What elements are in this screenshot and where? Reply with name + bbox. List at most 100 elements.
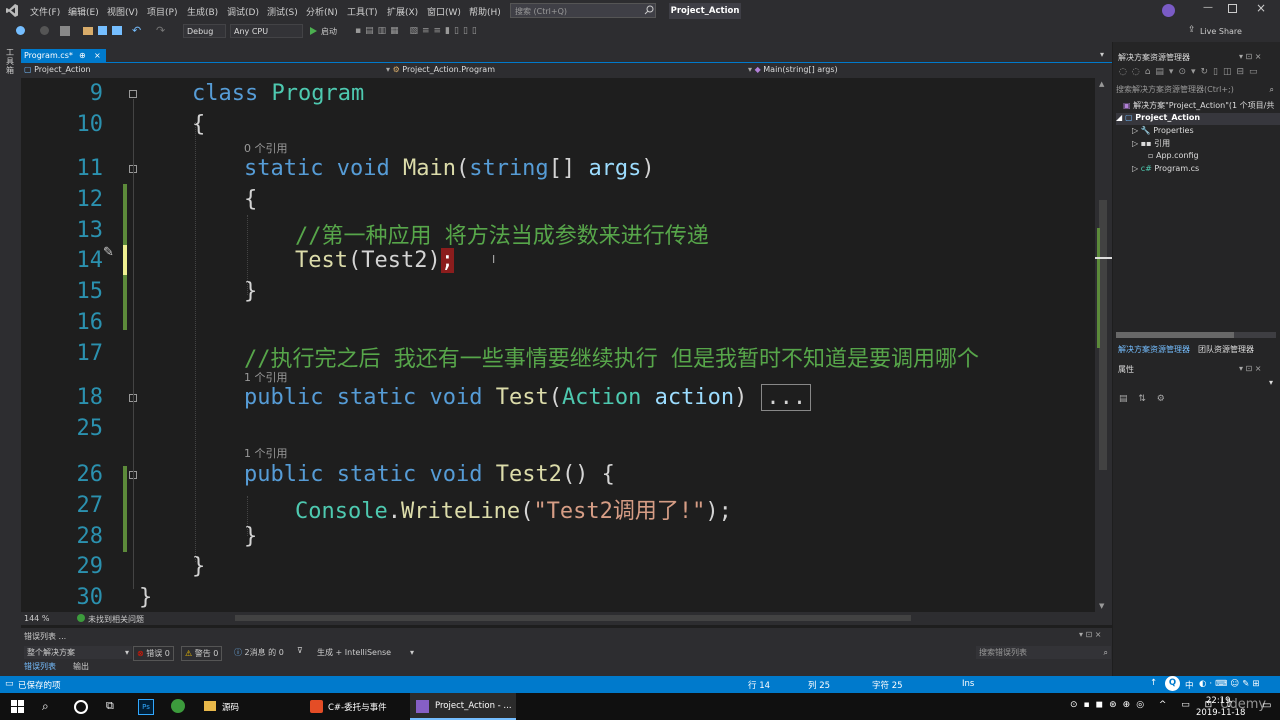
- code-line[interactable]: class Program: [192, 81, 364, 106]
- platform-select[interactable]: Any CPU: [230, 24, 303, 38]
- build-filter-select[interactable]: 生成 + IntelliSense ▾: [317, 646, 417, 659]
- start-button[interactable]: 启动: [321, 26, 337, 37]
- quick-action-icon[interactable]: ✎: [103, 245, 114, 260]
- menu-item[interactable]: 工具(T): [347, 5, 378, 18]
- collapsed-region-button[interactable]: ...: [761, 384, 812, 411]
- search-icon[interactable]: ⌕: [42, 699, 49, 714]
- close-button[interactable]: ×: [1254, 1, 1268, 17]
- member-combo[interactable]: ▾ ◆ Main(string[] args): [748, 64, 1108, 76]
- node-properties[interactable]: ▷ 🔧 Properties: [1132, 126, 1194, 135]
- h-scrollbar-thumb[interactable]: [235, 615, 911, 621]
- back-icon[interactable]: [16, 26, 25, 35]
- vs-logo-icon[interactable]: [6, 4, 18, 17]
- scroll-down-icon[interactable]: ▼: [1099, 602, 1104, 610]
- menu-item[interactable]: 视图(V): [107, 5, 138, 18]
- line-indicator[interactable]: 行 14: [748, 679, 770, 691]
- code-editor[interactable]: 9 10 11 12 13 14 15 16 17 18 25 26 27 28 29 30 class Pr…: [21, 78, 1095, 612]
- play-icon[interactable]: [310, 27, 317, 35]
- save-icon[interactable]: [98, 26, 107, 35]
- errors-filter-button[interactable]: ⊗ 错误 0: [133, 646, 174, 661]
- filter-icon[interactable]: ⊽: [297, 646, 303, 655]
- tab-team-explorer[interactable]: 团队资源管理器: [1198, 344, 1254, 355]
- pin-icon[interactable]: ⊕: [79, 49, 86, 62]
- menu-item[interactable]: 测试(S): [267, 5, 298, 18]
- menu-item[interactable]: 生成(B): [187, 5, 218, 18]
- notification-icon[interactable]: ▭: [1262, 700, 1271, 711]
- undo-icon[interactable]: ↶: [132, 24, 141, 37]
- forward-icon[interactable]: [40, 26, 49, 35]
- code-line[interactable]: }: [244, 524, 257, 549]
- code-line[interactable]: //执行完之后 我还有一些事情要继续执行 但是我暂时不知道是要调用哪个: [244, 341, 979, 373]
- search-input[interactable]: 搜索 (Ctrl+Q): [510, 3, 656, 18]
- properties-select[interactable]: ▾: [1116, 378, 1276, 390]
- live-share-button[interactable]: Live Share: [1200, 27, 1242, 36]
- user-avatar[interactable]: [1162, 4, 1175, 17]
- toolbox-tab[interactable]: 工具箱: [6, 48, 16, 75]
- column-indicator[interactable]: 列 25: [808, 679, 830, 691]
- photoshop-icon[interactable]: Ps: [138, 699, 154, 715]
- app-green-icon[interactable]: [171, 699, 185, 713]
- node-app-config[interactable]: ▫ App.config: [1148, 151, 1199, 160]
- open-icon[interactable]: [83, 27, 93, 35]
- ime-options[interactable]: ◐·⌨☺✎⊞: [1199, 679, 1263, 689]
- close-tab-icon[interactable]: ×: [94, 49, 101, 62]
- node-references[interactable]: ▷ ▪▪ 引用: [1132, 138, 1170, 149]
- solution-root[interactable]: ▣ 解决方案"Project_Action"(1 个项目/共: [1123, 100, 1274, 111]
- code-line[interactable]: {: [244, 187, 257, 212]
- codelens-references[interactable]: 1 个引用: [244, 369, 288, 385]
- search-icon[interactable]: [644, 5, 654, 15]
- scope-select[interactable]: 整个解决方案 ▾: [24, 646, 132, 659]
- save-all-icon[interactable]: [112, 26, 122, 35]
- menu-item[interactable]: 帮助(H): [469, 5, 501, 18]
- issues-status[interactable]: 未找到相关问题: [88, 614, 144, 625]
- publish-icon[interactable]: ↑: [1150, 678, 1157, 688]
- ime-language[interactable]: 中: [1185, 679, 1194, 691]
- code-line[interactable]: Console.WriteLine("Test2调用了!");: [295, 493, 732, 525]
- scroll-thumb[interactable]: [1099, 200, 1107, 470]
- code-line[interactable]: }: [192, 554, 205, 579]
- codelens-references[interactable]: 1 个引用: [244, 445, 288, 461]
- redo-icon[interactable]: ↷: [156, 24, 165, 37]
- class-combo[interactable]: ▾ ⚙ Project_Action.Program: [386, 64, 746, 76]
- project-combo[interactable]: ▢ Project_Action: [24, 64, 384, 76]
- tab-error-list[interactable]: 错误列表: [24, 661, 56, 672]
- minimize-button[interactable]: —: [1200, 2, 1216, 18]
- taskbar-app-browser[interactable]: C#-委托与事件: [306, 693, 406, 720]
- solution-search-input[interactable]: 搜索解决方案资源管理器(Ctrl+;) ⌕: [1116, 83, 1276, 96]
- tab-program-cs[interactable]: Program.cs* ⊕ ×: [21, 49, 106, 62]
- project-node[interactable]: ◢ ▢ Project_Action: [1116, 113, 1280, 125]
- panel-controls[interactable]: ▾ ⊡ ×: [1239, 364, 1262, 373]
- scroll-up-icon[interactable]: ▲: [1099, 80, 1104, 88]
- tab-solution-explorer[interactable]: 解决方案资源管理器: [1118, 344, 1190, 355]
- solution-hscroll[interactable]: [1116, 332, 1276, 338]
- code-line[interactable]: static void Main(string[] args): [244, 156, 655, 181]
- code-line[interactable]: }: [139, 585, 152, 610]
- code-line[interactable]: }: [244, 279, 257, 304]
- live-share-icon[interactable]: ⇪: [1188, 25, 1196, 35]
- code-line[interactable]: public static void Test(Action action)..…: [244, 384, 812, 411]
- insert-mode[interactable]: Ins: [962, 679, 974, 689]
- ime-toolbar[interactable]: Q 中 ◐·⌨☺✎⊞: [1165, 676, 1275, 693]
- maximize-button[interactable]: [1228, 4, 1237, 13]
- zoom-level[interactable]: 144 %: [24, 614, 49, 623]
- menu-item[interactable]: 窗口(W): [427, 5, 461, 18]
- fold-toggle[interactable]: [129, 90, 137, 98]
- code-line[interactable]: //第一种应用 将方法当成参数来进行传递: [295, 218, 709, 250]
- menu-item[interactable]: 扩展(X): [387, 5, 418, 18]
- panel-controls[interactable]: ▾ ⊡ ×: [1079, 630, 1102, 639]
- node-program-cs[interactable]: ▷ c# Program.cs: [1132, 164, 1199, 173]
- menu-item[interactable]: 编辑(E): [68, 5, 99, 18]
- panel-controls[interactable]: ▾ ⊡ ×: [1239, 52, 1262, 61]
- messages-filter-button[interactable]: ⓘ 2消息 的 0: [231, 646, 287, 659]
- code-line[interactable]: {: [192, 112, 205, 137]
- taskbar-app-vs[interactable]: Project_Action - ...: [410, 693, 516, 720]
- error-search-input[interactable]: 搜索错误列表 ⌕: [976, 646, 1111, 659]
- warnings-filter-button[interactable]: ⚠ 警告 0: [181, 646, 223, 661]
- taskbar-app-folder[interactable]: 源码: [198, 693, 298, 720]
- tab-dropdown-icon[interactable]: ▾: [1100, 50, 1104, 59]
- config-select[interactable]: Debug: [183, 24, 226, 38]
- code-line[interactable]: Test(Test2);: [295, 248, 454, 273]
- codelens-references[interactable]: 0 个引用: [244, 140, 288, 156]
- char-indicator[interactable]: 字符 25: [872, 679, 903, 691]
- tab-output[interactable]: 输出: [73, 661, 89, 672]
